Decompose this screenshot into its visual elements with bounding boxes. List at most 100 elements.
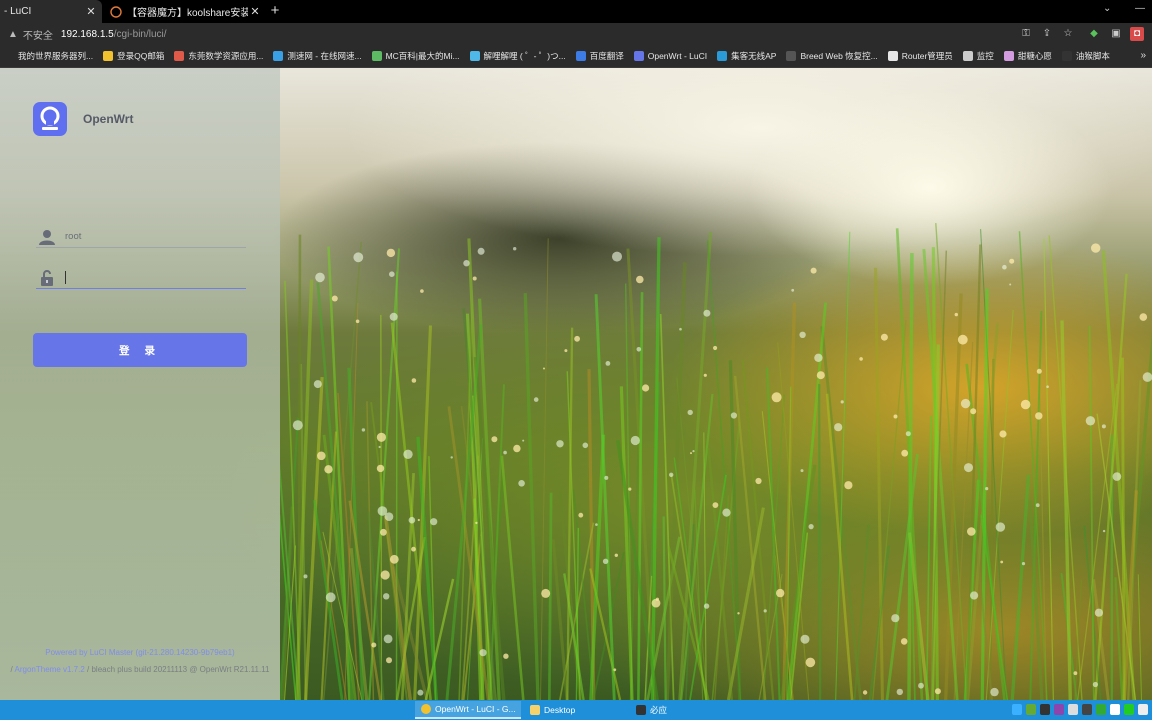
security-label: 不安全 (22, 31, 53, 42)
tray-icon[interactable] (1082, 704, 1092, 715)
cloud-icon (110, 5, 122, 18)
taskbar: OpenWrt - LuCI - G... Desktop 必应 (0, 700, 1152, 720)
bookmark-favicon-icon (633, 51, 644, 61)
bookmark-favicon-icon (717, 51, 728, 61)
bookmark-favicon-icon (174, 51, 185, 61)
bookmark-label: Breed Web 恢复控... (800, 51, 878, 61)
bookmark-label: 集客无线AP (731, 51, 777, 61)
bookmark-item[interactable]: 甜糖心愿 (1003, 50, 1052, 62)
chrome-icon (421, 704, 431, 714)
bookmark-item[interactable]: OpenWrt - LuCI (633, 51, 708, 61)
bookmark-item[interactable]: Breed Web 恢复控... (786, 50, 878, 62)
tray-icon[interactable] (1012, 704, 1022, 715)
profile-icon[interactable]: ▣ (1109, 27, 1123, 41)
bookmark-label: Router管理员 (901, 51, 953, 61)
bookmark-item[interactable]: MC百科|最大的Mi... (371, 50, 460, 62)
page-background: OpenWrt 登 录 Powered by LuCI Master (git-… (0, 68, 1152, 700)
tray-icon[interactable] (1054, 704, 1064, 715)
tray-icon[interactable] (1026, 704, 1036, 715)
tab-close-icon[interactable]: ✕ (248, 5, 262, 18)
chevron-down-icon[interactable]: ⌄ (1103, 3, 1111, 14)
bookmark-item[interactable]: 解哩解哩 ( ゜- ゜)つ... (469, 50, 566, 62)
bookmark-item[interactable]: 集客无线AP (717, 50, 776, 62)
bookmark-label: 解哩解哩 ( ゜- ゜)つ... (483, 51, 566, 61)
extension-icon[interactable]: ◆ (1087, 27, 1101, 41)
star-icon[interactable]: ☆ (1061, 27, 1075, 41)
tray-icon[interactable] (1138, 704, 1148, 715)
bookmarks-more-icon[interactable]: » (1140, 50, 1146, 61)
extension-red-icon[interactable]: ◘ (1130, 27, 1144, 41)
tab-close-icon[interactable]: ✕ (84, 5, 98, 18)
url-host: 192.168.1.5 (60, 29, 114, 40)
bookmark-item[interactable]: 东莞数学资源应用... (174, 50, 263, 62)
footer-build-text: / bleach plus build 20211113 @ OpenWrt R… (84, 665, 270, 674)
taskbar-item-desktop[interactable]: Desktop (524, 701, 630, 719)
tray-icon[interactable] (1096, 704, 1106, 715)
footer-powered-by: Powered by LuCI Master (git-21.280.14230… (45, 648, 235, 657)
tray-icon[interactable] (1110, 704, 1120, 715)
taskbar-item-chrome[interactable]: OpenWrt - LuCI - G... (415, 701, 521, 719)
folder-icon (530, 705, 540, 715)
bookmark-favicon-icon (371, 51, 382, 61)
system-tray (1012, 704, 1148, 715)
tab-strip: - LuCI ✕ 【容器魔方】koolshare安装游… ✕ + ⌄ — (0, 0, 1152, 23)
bookmark-item[interactable]: 监控 (962, 50, 994, 62)
username-field (36, 226, 246, 248)
lock-icon (41, 269, 53, 286)
tab-luci[interactable]: - LuCI ✕ (0, 0, 102, 23)
taskbar-item-bing[interactable]: 必应 (630, 701, 734, 719)
tab-title: 【容器魔方】koolshare安装游… (127, 8, 248, 19)
footer-build-info: / ArgonTheme v1.7.2 / bleach plus build … (0, 665, 280, 674)
taskbar-item-label: OpenWrt - LuCI - G... (435, 704, 516, 714)
taskbar-item-label: Desktop (544, 705, 576, 715)
warning-icon: ▲ (8, 29, 18, 40)
url-field[interactable]: ▲ 不安全 192.168.1.5 /cgi-bin/luci/ (8, 25, 1008, 44)
new-tab-button[interactable]: + (266, 2, 284, 20)
argon-theme-link[interactable]: ArgonTheme v1.7.2 (15, 665, 85, 674)
bookmark-label: OpenWrt - LuCI (647, 51, 708, 61)
bookmark-label: 甜糖心愿 (1017, 51, 1052, 61)
tray-icon[interactable] (1040, 704, 1050, 715)
minimize-icon[interactable]: — (1135, 3, 1145, 14)
key-icon[interactable]: ⚿ (1019, 27, 1033, 41)
bookmark-favicon-icon (786, 51, 797, 61)
bookmark-item[interactable]: 登录QQ邮箱 (103, 50, 164, 62)
bookmark-label: 东莞数学资源应用... (188, 51, 264, 61)
tray-icon[interactable] (1124, 704, 1134, 715)
user-icon (39, 229, 55, 245)
openwrt-logo-icon (40, 106, 60, 130)
bookmark-item[interactable]: 测速网 - 在线网速... (273, 50, 362, 62)
bookmark-label: 百度翻译 (589, 51, 624, 61)
url-path: /cgi-bin/luci/ (113, 29, 167, 40)
login-button[interactable]: 登 录 (33, 333, 247, 367)
bookmark-favicon-icon (887, 51, 898, 61)
bookmark-favicon-icon (962, 51, 973, 61)
grass-background-image (280, 223, 1152, 700)
username-input[interactable] (65, 226, 246, 247)
tab-koolshare[interactable]: 【容器魔方】koolshare安装游… ✕ (104, 0, 266, 23)
password-input[interactable] (65, 267, 246, 288)
bookmark-item[interactable]: 百度翻译 (575, 50, 624, 62)
bookmark-label: 登录QQ邮箱 (117, 51, 165, 61)
bookmark-favicon-icon (1003, 51, 1014, 61)
bookmark-favicon-icon (1061, 51, 1072, 61)
bookmark-item[interactable]: Router管理员 (887, 50, 953, 62)
share-icon[interactable]: ⇪ (1040, 27, 1054, 41)
bookmark-label: MC百科|最大的Mi... (385, 51, 460, 61)
brand-name: OpenWrt (83, 112, 134, 126)
bookmark-favicon-icon (469, 51, 480, 61)
bookmark-item[interactable]: 我的世界服务器列... (4, 50, 93, 62)
tab-title: - LuCI (4, 6, 32, 17)
bookmark-label: 监控 (976, 51, 994, 61)
address-bar: ▲ 不安全 192.168.1.5 /cgi-bin/luci/ (0, 23, 1152, 45)
openwrt-logo (33, 102, 67, 136)
bookmark-favicon-icon (103, 51, 114, 61)
bookmark-favicon-icon (575, 51, 586, 61)
password-field (36, 267, 246, 289)
tray-icon[interactable] (1068, 704, 1078, 715)
bookmarks-bar: 我的世界服务器列... 登录QQ邮箱 东莞数学资源应用... 测速网 - 在线网速..… (0, 45, 1152, 68)
bookmark-favicon-icon (4, 51, 14, 61)
bookmark-item[interactable]: 油猴脚本 (1061, 50, 1110, 62)
login-panel: OpenWrt 登 录 Powered by LuCI Master (git-… (0, 68, 280, 700)
bookmark-label: 测速网 - 在线网速... (287, 51, 362, 61)
